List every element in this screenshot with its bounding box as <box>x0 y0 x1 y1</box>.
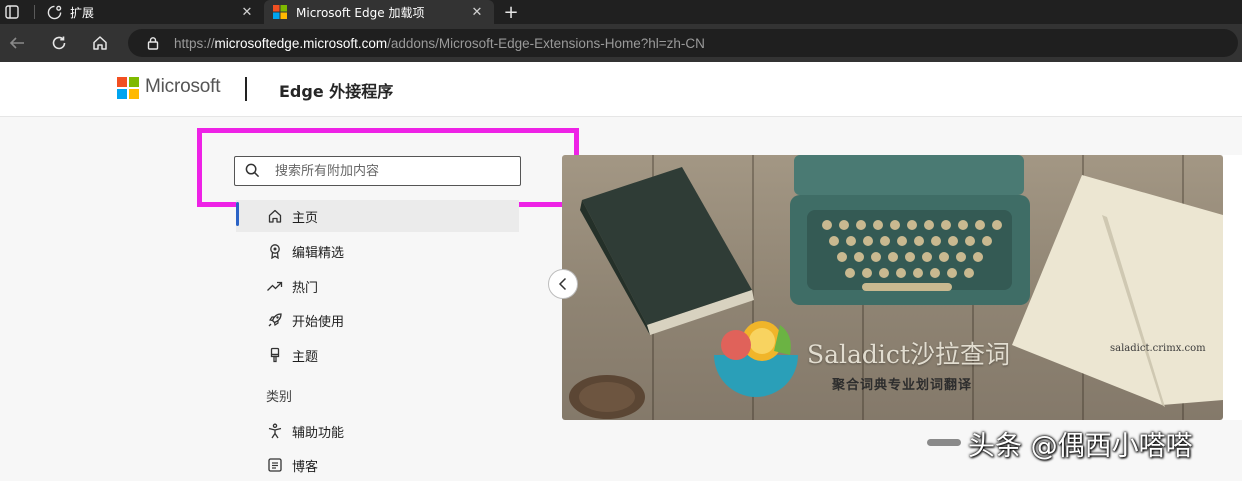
paintbrush-icon <box>266 347 283 364</box>
annotation-highlight-box <box>197 128 579 207</box>
home-icon <box>93 36 107 50</box>
window-menu-icon[interactable] <box>4 4 20 20</box>
nav-item-label: 博客 <box>292 459 319 475</box>
hero-banner[interactable]: Saladict沙拉查词 聚合词典专业划词翻译 saladict.crimx.c… <box>562 155 1223 420</box>
chevron-left-icon <box>558 277 567 291</box>
plus-icon: + <box>503 1 519 23</box>
brand-name[interactable]: Microsoft <box>145 76 220 98</box>
hero-title: Saladict沙拉查词 <box>807 340 1010 369</box>
url-field[interactable]: https://microsoftedge.microsoft.com/addo… <box>128 29 1238 57</box>
new-tab-button[interactable]: + <box>500 0 522 24</box>
trending-icon <box>266 278 283 295</box>
back-arrow-icon <box>9 37 24 49</box>
header-divider <box>245 77 247 101</box>
close-icon[interactable]: ✕ <box>468 3 486 21</box>
nav-item-themes[interactable]: 主题 <box>236 339 519 371</box>
carousel-prev-button[interactable] <box>548 269 578 299</box>
browser-tab-bar: 扩展 ✕ Microsoft Edge 加载项 ✕ + <box>0 0 1242 24</box>
site-header: Microsoft Edge 外接程序 <box>0 62 1242 117</box>
pinecone-illustration <box>569 375 645 419</box>
category-heading: 类别 <box>266 390 293 405</box>
carousel-indicator[interactable] <box>927 439 961 446</box>
nav-item-editors-picks[interactable]: 编辑精选 <box>236 235 519 267</box>
nav-item-label: 主页 <box>292 210 319 226</box>
close-icon[interactable]: ✕ <box>238 3 256 21</box>
refresh-button[interactable] <box>48 32 70 54</box>
home-button[interactable] <box>89 32 111 54</box>
nav-item-trending[interactable]: 热门 <box>236 270 519 302</box>
microsoft-logo-icon[interactable] <box>117 77 139 99</box>
microsoft-logo-icon <box>272 4 288 20</box>
nav-item-label: 开始使用 <box>292 314 345 330</box>
book-illustration <box>580 167 754 335</box>
refresh-icon <box>52 36 66 50</box>
lock-icon[interactable] <box>146 36 160 50</box>
award-badge-icon <box>266 243 283 260</box>
nav-item-label: 编辑精选 <box>292 245 345 261</box>
nav-item-label: 热门 <box>292 280 319 296</box>
puzzle-icon <box>46 4 62 20</box>
nav-item-category-accessibility[interactable]: 辅助功能 <box>236 415 519 447</box>
url-scheme: https:// <box>174 35 215 51</box>
watermark-text: 头条 @偶西小嗒嗒 <box>968 431 1193 462</box>
url-path: /addons/Microsoft-Edge-Extensions-Home?h… <box>387 35 705 51</box>
nav-item-label: 辅助功能 <box>292 425 345 441</box>
nav-item-get-started[interactable]: 开始使用 <box>236 304 519 336</box>
notebook-illustration <box>1012 175 1223 407</box>
tab-extensions[interactable]: 扩展 ✕ <box>38 0 264 24</box>
hero-tagline: 聚合词典专业划词翻译 <box>832 378 973 393</box>
back-button[interactable] <box>6 32 28 54</box>
tab-title: 扩展 <box>70 5 95 20</box>
nav-item-category-blog[interactable]: 博客 <box>236 449 519 481</box>
rocket-icon <box>266 312 283 329</box>
url-host: microsoftedge.microsoft.com <box>214 35 388 51</box>
tab-edge-addons[interactable]: Microsoft Edge 加载项 ✕ <box>264 0 494 24</box>
page-title[interactable]: Edge 外接程序 <box>279 78 393 102</box>
blog-icon <box>266 457 283 474</box>
next-slide-peek <box>1223 155 1242 420</box>
tab-separator <box>34 5 35 19</box>
tab-title: Microsoft Edge 加载项 <box>296 5 425 20</box>
typewriter-illustration <box>790 155 1030 305</box>
hero-domain: saladict.crimx.com <box>1110 343 1206 354</box>
nav-item-label: 主题 <box>292 349 319 365</box>
saladict-logo-icon <box>714 321 798 397</box>
nav-item-home[interactable]: 主页 <box>236 200 519 232</box>
address-bar: https://microsoftedge.microsoft.com/addo… <box>0 24 1242 62</box>
home-icon <box>266 208 283 225</box>
accessibility-icon <box>266 423 283 440</box>
